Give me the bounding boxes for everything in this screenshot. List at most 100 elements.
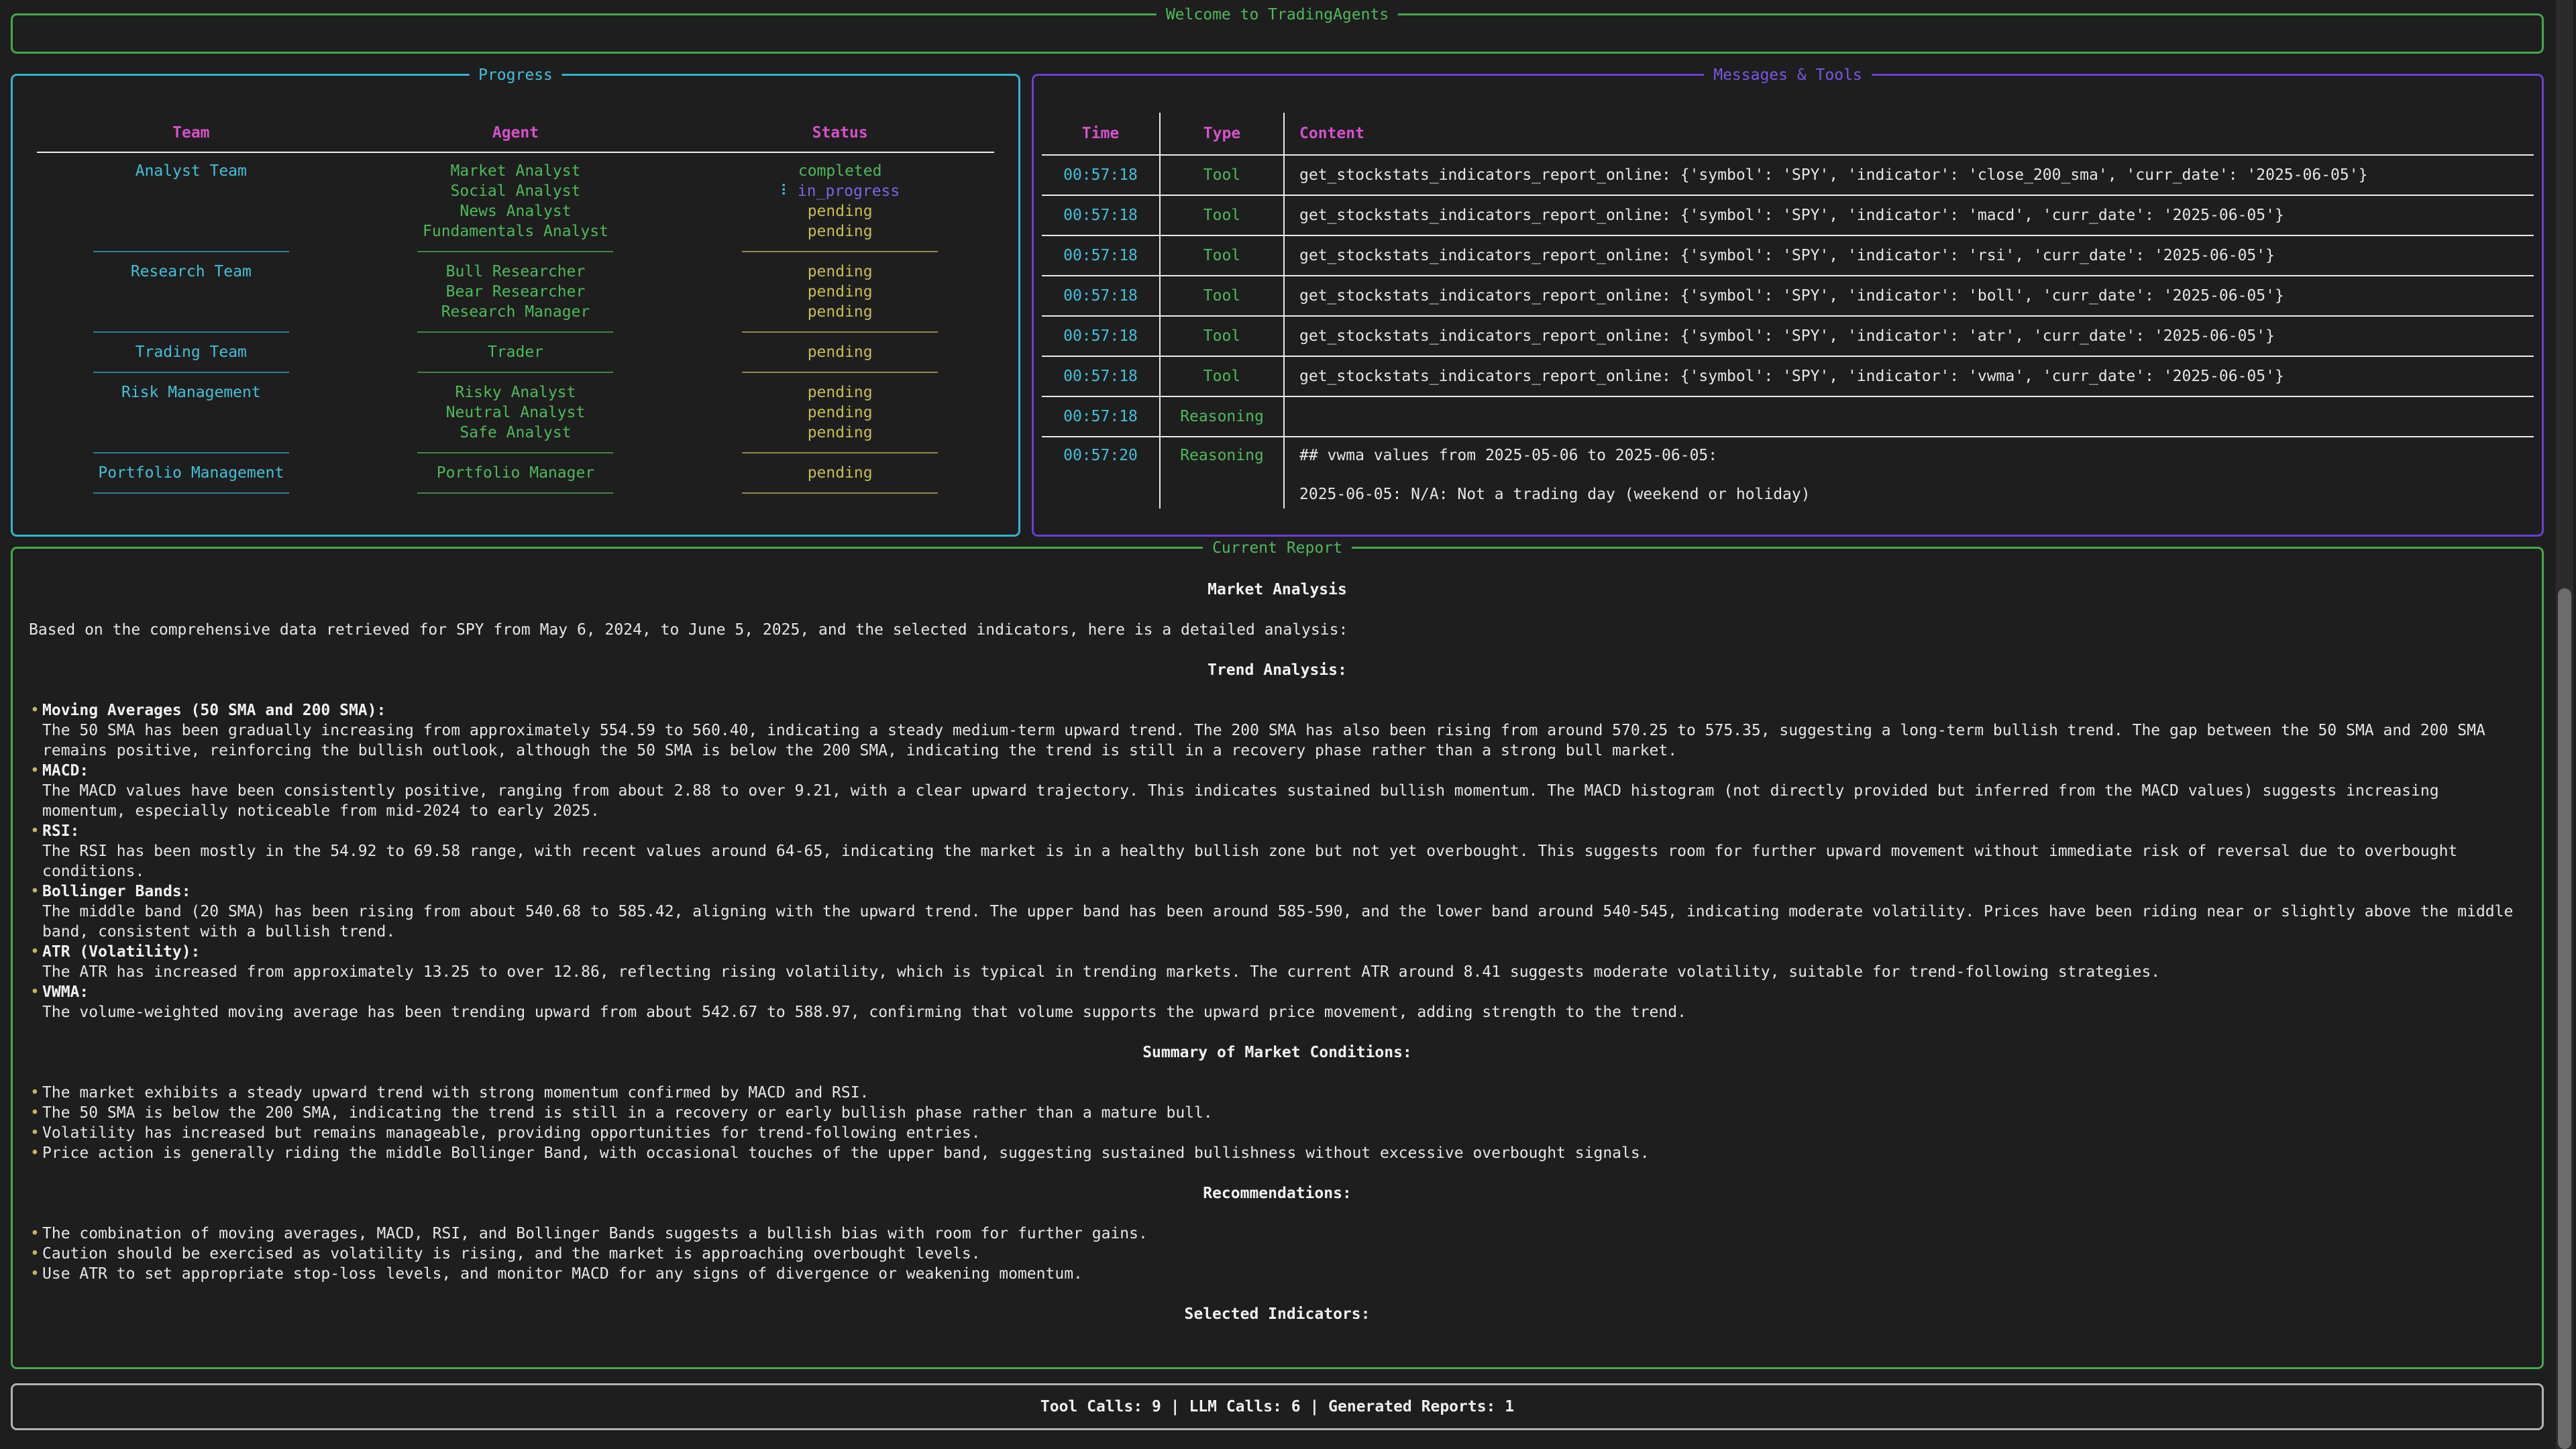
bullet-text: The volume-weighted moving average has b… — [42, 1004, 1686, 1021]
status-badge: pending — [678, 221, 1002, 241]
list-item: RSI:The RSI has been mostly in the 54.92… — [29, 821, 2526, 881]
list-item: ATR (Volatility):The ATR has increased f… — [29, 942, 2526, 982]
report-heading: Market Analysis — [29, 580, 2526, 600]
section-heading: Recommendations: — [29, 1183, 2526, 1203]
header-separator — [37, 152, 994, 153]
status-badge: completed — [678, 161, 1002, 181]
status-badge: pending — [678, 402, 1002, 423]
agent-name: Bear Researcher — [354, 282, 678, 302]
message-content-line: ## vwma values from 2025-05-06 to 2025-0… — [1299, 447, 1717, 464]
bullet-text: The middle band (20 SMA) has been rising… — [42, 903, 2513, 941]
section-separator — [29, 483, 1002, 503]
message-type: Tool — [1161, 156, 1285, 195]
message-content — [1285, 397, 2534, 436]
progress-row: Research Manager pending — [29, 302, 1002, 322]
scrollbar-thumb[interactable] — [2558, 588, 2571, 1449]
progress-panel: Progress Team Agent Status Analyst Team … — [11, 74, 1020, 537]
message-content: get_stockstats_indicators_report_online:… — [1285, 156, 2534, 195]
message-time: 00:57:18 — [1042, 196, 1161, 235]
messages-table: Time Type Content 00:57:18 Tool get_stoc… — [1042, 113, 2534, 508]
current-report-panel-title: Current Report — [1203, 538, 1352, 558]
message-time: 00:57:18 — [1042, 397, 1161, 436]
bullet-text: The MACD values have been consistently p… — [42, 782, 2439, 820]
team-name — [29, 423, 354, 443]
progress-row: Research Team Bull Researcher pending — [29, 262, 1002, 282]
section-heading: Trend Analysis: — [29, 660, 2526, 680]
bullet-term: ATR (Volatility): — [42, 943, 200, 961]
message-time: 00:57:18 — [1042, 156, 1161, 195]
section-separator — [29, 362, 1002, 382]
agent-name: Fundamentals Analyst — [354, 221, 678, 241]
status-badge: pending — [678, 282, 1002, 302]
section-separator — [29, 241, 1002, 262]
message-type: Tool — [1161, 196, 1285, 235]
recommendations-list: The combination of moving averages, MACD… — [29, 1224, 2526, 1284]
stats-bar: Tool Calls: 9 | LLM Calls: 6 | Generated… — [11, 1383, 2544, 1430]
list-item: Moving Averages (50 SMA and 200 SMA):The… — [29, 700, 2526, 761]
report-content: Market Analysis Based on the comprehensi… — [13, 549, 2542, 1324]
bullet-term: Bollinger Bands: — [42, 883, 191, 900]
message-row: 00:57:18 Reasoning — [1042, 397, 2534, 437]
agent-name: News Analyst — [354, 201, 678, 221]
spinner-icon: ⠇ — [780, 182, 792, 200]
status-badge: pending — [678, 262, 1002, 282]
status-badge: pending — [678, 382, 1002, 402]
progress-row: Risk Management Risky Analyst pending — [29, 382, 1002, 402]
team-name: Portfolio Management — [29, 463, 354, 483]
progress-panel-title: Progress — [469, 65, 562, 85]
messages-tools-panel: Messages & Tools Time Type Content 00:57… — [1032, 74, 2544, 537]
message-time: 00:57:20 — [1042, 437, 1161, 508]
status-badge: pending — [678, 302, 1002, 322]
team-name: Research Team — [29, 262, 354, 282]
list-item: The combination of moving averages, MACD… — [29, 1224, 2526, 1244]
message-type: Tool — [1161, 236, 1285, 275]
message-content: get_stockstats_indicators_report_online:… — [1285, 276, 2534, 315]
bullet-term: Moving Averages (50 SMA and 200 SMA): — [42, 702, 386, 719]
status-badge: pending — [678, 423, 1002, 443]
list-item: Bollinger Bands: The middle band (20 SMA)… — [29, 881, 2526, 942]
list-item: The market exhibits a steady upward tren… — [29, 1083, 2526, 1103]
messages-table-header: Time Type Content — [1042, 113, 2534, 156]
welcome-panel: Welcome to TradingAgents — [11, 13, 2544, 54]
list-item: MACD: The MACD values have been consisten… — [29, 761, 2526, 821]
message-row: 00:57:18 Tool get_stockstats_indicators_… — [1042, 276, 2534, 317]
agent-name: Research Manager — [354, 302, 678, 322]
app-title: Welcome to TradingAgents — [1157, 5, 1398, 25]
column-header-agent: Agent — [354, 123, 678, 143]
message-type: Reasoning — [1161, 437, 1285, 508]
message-type: Reasoning — [1161, 397, 1285, 436]
column-header-type: Type — [1161, 113, 1285, 154]
list-item: The 50 SMA is below the 200 SMA, indicat… — [29, 1103, 2526, 1123]
agent-name: Bull Researcher — [354, 262, 678, 282]
message-row: 00:57:18 Tool get_stockstats_indicators_… — [1042, 317, 2534, 357]
status-badge: pending — [678, 201, 1002, 221]
progress-row: Portfolio Management Portfolio Manager p… — [29, 463, 1002, 483]
summary-list: The market exhibits a steady upward tren… — [29, 1083, 2526, 1163]
team-name — [29, 302, 354, 322]
column-header-status: Status — [678, 123, 1002, 143]
progress-row: Fundamentals Analyst pending — [29, 221, 1002, 241]
report-intro: Based on the comprehensive data retrieve… — [29, 620, 2526, 640]
agent-name: Safe Analyst — [354, 423, 678, 443]
bullet-term: MACD: — [42, 762, 89, 780]
bullet-term: VWMA: — [42, 983, 89, 1001]
message-type: Tool — [1161, 357, 1285, 396]
message-row: 00:57:18 Tool get_stockstats_indicators_… — [1042, 236, 2534, 276]
section-separator — [29, 322, 1002, 342]
column-header-time: Time — [1042, 113, 1161, 154]
trend-analysis-list: Moving Averages (50 SMA and 200 SMA): The… — [29, 700, 2526, 1022]
message-row: 00:57:18 Tool get_stockstats_indicators_… — [1042, 196, 2534, 236]
team-name: Analyst Team — [29, 161, 354, 181]
progress-row: Bear Researcher pending — [29, 282, 1002, 302]
stats-text: Tool Calls: 9 | LLM Calls: 6 | Generated… — [13, 1385, 2542, 1428]
agent-name: Social Analyst — [354, 181, 678, 201]
progress-row: Safe Analyst pending — [29, 423, 1002, 443]
progress-row: Neutral Analyst pending — [29, 402, 1002, 423]
team-name — [29, 201, 354, 221]
scrollbar-track[interactable] — [2556, 0, 2573, 1449]
column-header-team: Team — [29, 123, 354, 143]
progress-row: Analyst Team Market Analyst completed — [29, 161, 1002, 181]
message-time: 00:57:18 — [1042, 236, 1161, 275]
section-heading: Selected Indicators: — [29, 1304, 2526, 1324]
message-content: ## vwma values from 2025-05-06 to 2025-0… — [1285, 437, 2534, 508]
